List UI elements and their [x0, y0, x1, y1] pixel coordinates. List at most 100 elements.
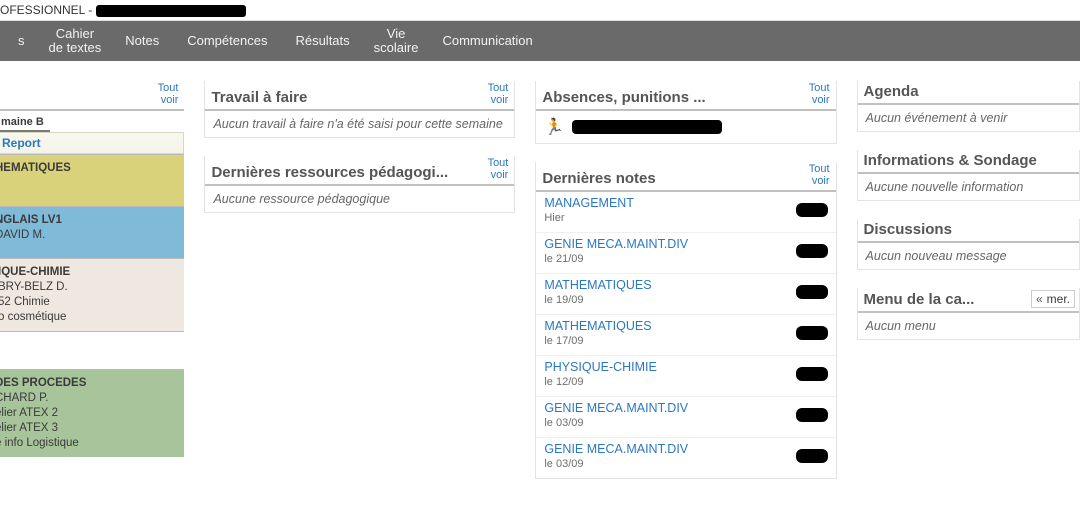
- canteen-date-nav[interactable]: « mer.: [1031, 290, 1075, 308]
- timetable-slot[interactable]: IQUE-CHIMIEBRY-BELZ D.52 Chimieo cosméti…: [0, 258, 184, 331]
- slot-subject: IQUE-CHIMIE: [0, 265, 180, 280]
- timetable-slot[interactable]: NGLAIS LV1DAVID M.: [0, 206, 184, 258]
- grades-panel: Dernières notes Tout voir MANAGEMENT Hier…: [535, 162, 836, 479]
- redacted-grade: [796, 285, 828, 299]
- timetable-header: Tout voir: [0, 81, 184, 111]
- work-empty: Aucun travail à faire n'a été saisi pour…: [205, 111, 514, 137]
- grade-date: le 19/09: [544, 294, 651, 306]
- absences-panel: Absences, punitions ... Tout voir 🏃: [535, 81, 836, 144]
- info-empty: Aucune nouvelle information: [858, 174, 1079, 200]
- grade-date: le 03/09: [544, 417, 688, 429]
- grade-subject: GENIE MECA.MAINT.DIV: [544, 401, 688, 415]
- chevron-left-icon[interactable]: «: [1036, 292, 1043, 306]
- redacted-grade: [796, 244, 828, 258]
- timetable-report-button[interactable]: Report: [0, 132, 184, 154]
- app-title: OFESSIONNEL -: [0, 3, 92, 17]
- work-see-all[interactable]: Tout voir: [488, 83, 509, 106]
- redacted-absence: [572, 120, 722, 134]
- slot-detail: DAVID M.: [0, 228, 180, 243]
- canteen-panel: Menu de la ca... « mer. Aucun menu: [857, 288, 1080, 340]
- grades-title: Dernières notes: [542, 170, 655, 187]
- grade-date: Hier: [544, 212, 634, 224]
- slot-detail: elier ATEX 3: [0, 421, 180, 436]
- absences-see-all[interactable]: Tout voir: [809, 83, 830, 106]
- grade-date: le 03/09: [544, 458, 688, 470]
- window-title-bar: OFESSIONNEL -: [0, 0, 1080, 21]
- slot-detail: 52 Chimie: [0, 295, 180, 310]
- timetable-slot[interactable]: DES PROCEDESCHARD P.elier ATEX 2elier AT…: [0, 369, 184, 457]
- grade-subject: MATHEMATIQUES: [544, 278, 651, 292]
- timetable-panel: Tout voir maine B Report HEMATIQUES NGLAI…: [0, 81, 184, 479]
- week-label: maine B: [0, 114, 50, 132]
- timetable-see-all[interactable]: Tout voir: [158, 83, 179, 106]
- running-icon: 🏃: [544, 117, 564, 137]
- menu-notes[interactable]: Notes: [111, 30, 173, 52]
- grade-row[interactable]: GENIE MECA.MAINT.DIV le 03/09: [536, 438, 835, 478]
- grade-row[interactable]: PHYSIQUE-CHIMIE le 12/09: [536, 356, 835, 397]
- redacted-grade: [796, 367, 828, 381]
- slot-detail: CHARD P.: [0, 391, 180, 406]
- slot-detail: BRY-BELZ D.: [0, 280, 180, 295]
- timetable-week-row: maine B: [0, 111, 184, 132]
- menu-resultats[interactable]: Résultats: [281, 30, 363, 52]
- menu-cahier[interactable]: Cahier de textes: [39, 25, 112, 58]
- discussions-title: Discussions: [864, 221, 952, 238]
- grade-row[interactable]: MATHEMATIQUES le 17/09: [536, 315, 835, 356]
- grade-date: le 17/09: [544, 335, 651, 347]
- grades-list: MANAGEMENT Hier GENIE MECA.MAINT.DIV le 21/…: [536, 192, 835, 478]
- grade-date: le 12/09: [544, 376, 657, 388]
- resources-empty: Aucune ressource pédagogique: [205, 186, 514, 212]
- slot-subject: DES PROCEDES: [0, 376, 180, 391]
- agenda-panel: Agenda Aucun événement à venir: [857, 81, 1080, 132]
- menu-home[interactable]: s: [4, 30, 39, 52]
- resources-see-all[interactable]: Tout voir: [488, 158, 509, 181]
- slot-subject: NGLAIS LV1: [0, 213, 180, 228]
- absence-row[interactable]: 🏃: [536, 111, 835, 143]
- menu-competences[interactable]: Compétences: [173, 30, 281, 52]
- menu-vie-l1: Vie: [374, 27, 419, 41]
- grade-subject: PHYSIQUE-CHIMIE: [544, 360, 657, 374]
- resources-title: Dernières ressources pédagogi...: [211, 164, 448, 181]
- grade-subject: MANAGEMENT: [544, 196, 634, 210]
- canteen-empty: Aucun menu: [858, 313, 1079, 339]
- menu-vie-l2: scolaire: [374, 41, 419, 55]
- slot-detail: o cosmétique: [0, 310, 180, 325]
- agenda-title: Agenda: [864, 83, 919, 100]
- menu-cahier-l1: Cahier: [49, 27, 102, 41]
- discussions-panel: Discussions Aucun nouveau message: [857, 219, 1080, 270]
- menu-cahier-l2: de textes: [49, 41, 102, 55]
- menu-viescolaire[interactable]: Vie scolaire: [364, 25, 429, 58]
- discussions-empty: Aucun nouveau message: [858, 243, 1079, 269]
- work-panel: Travail à faire Tout voir Aucun travail …: [204, 81, 515, 138]
- info-title: Informations & Sondage: [864, 152, 1037, 169]
- redacted-grade: [796, 203, 828, 217]
- grade-date: le 21/09: [544, 253, 688, 265]
- main-menu: s Cahier de textes Notes Compétences Rés…: [0, 21, 1080, 61]
- grade-subject: GENIE MECA.MAINT.DIV: [544, 442, 688, 456]
- redacted-name: [96, 5, 246, 17]
- timetable-slot[interactable]: HEMATIQUES: [0, 154, 184, 206]
- timetable-slot[interactable]: [0, 331, 184, 369]
- timetable-slots: HEMATIQUESNGLAIS LV1DAVID M.IQUE-CHIMIEB…: [0, 154, 184, 456]
- grade-row[interactable]: MATHEMATIQUES le 19/09: [536, 274, 835, 315]
- redacted-grade: [796, 449, 828, 463]
- grade-subject: MATHEMATIQUES: [544, 319, 651, 333]
- grade-subject: GENIE MECA.MAINT.DIV: [544, 237, 688, 251]
- slot-detail: elier ATEX 2: [0, 406, 180, 421]
- agenda-empty: Aucun événement à venir: [858, 105, 1079, 131]
- slot-subject: HEMATIQUES: [0, 161, 180, 176]
- grades-see-all[interactable]: Tout voir: [809, 164, 830, 187]
- canteen-day: mer.: [1047, 292, 1070, 306]
- slot-detail: e info Logistique: [0, 436, 180, 451]
- work-title: Travail à faire: [211, 89, 307, 106]
- menu-communication[interactable]: Communication: [428, 30, 546, 52]
- resources-panel: Dernières ressources pédagogi... Tout vo…: [204, 156, 515, 213]
- grade-row[interactable]: GENIE MECA.MAINT.DIV le 21/09: [536, 233, 835, 274]
- redacted-grade: [796, 326, 828, 340]
- absences-title: Absences, punitions ...: [542, 89, 705, 106]
- redacted-grade: [796, 408, 828, 422]
- grade-row[interactable]: MANAGEMENT Hier: [536, 192, 835, 233]
- canteen-title: Menu de la ca...: [864, 291, 975, 308]
- grade-row[interactable]: GENIE MECA.MAINT.DIV le 03/09: [536, 397, 835, 438]
- dashboard: Tout voir maine B Report HEMATIQUES NGLAI…: [0, 61, 1080, 479]
